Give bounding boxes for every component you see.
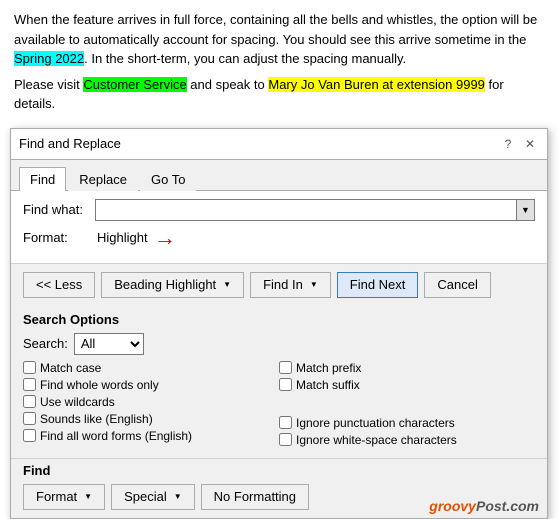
cb-ignore-punct: Ignore punctuation characters — [279, 416, 535, 430]
find-in-button[interactable]: Find In ▼ — [250, 272, 331, 298]
search-label: Search: — [23, 336, 68, 351]
cb-match-case-label: Match case — [40, 361, 101, 375]
cb-col-right: Match prefix Match suffix Ignore punctua… — [279, 361, 535, 450]
cb-whole-words-label: Find whole words only — [40, 378, 159, 392]
paragraph1: When the feature arrives in full force, … — [14, 10, 544, 69]
tab-replace[interactable]: Replace — [68, 167, 138, 191]
format-value-wrap: Highlight ← — [95, 227, 535, 249]
red-arrow-icon: ← — [154, 227, 176, 249]
find-next-button[interactable]: Find Next — [337, 272, 419, 298]
dialog-titlebar: Find and Replace ? ✕ — [11, 129, 547, 160]
find-what-dropdown-btn[interactable]: ▼ — [516, 200, 534, 220]
highlight-customer-service: Customer Service — [83, 77, 186, 92]
cb-sounds-like: Sounds like (English) — [23, 412, 279, 426]
checkbox-grid: Match case Find whole words only Use wil… — [23, 361, 535, 450]
cb-ignore-whitespace-input[interactable] — [279, 433, 292, 446]
cb-ignore-punct-input[interactable] — [279, 416, 292, 429]
cb-col-left: Match case Find whole words only Use wil… — [23, 361, 279, 450]
dialog-close-button[interactable]: ✕ — [521, 135, 539, 153]
highlight-mary-jo: Mary Jo Van Buren at extension 9999 — [268, 77, 485, 92]
cb-match-suffix: Match suffix — [279, 378, 535, 392]
cb-whole-words: Find whole words only — [23, 378, 279, 392]
cb-match-case: Match case — [23, 361, 279, 375]
dialog-controls: ? ✕ — [499, 135, 539, 153]
cb-match-suffix-input[interactable] — [279, 378, 292, 391]
find-what-row: Find what: ▼ — [23, 199, 535, 221]
find-what-input-wrap: ▼ — [95, 199, 535, 221]
cb-empty — [279, 395, 535, 413]
cb-ignore-whitespace-label: Ignore white-space characters — [296, 433, 457, 447]
cb-whole-words-input[interactable] — [23, 378, 36, 391]
cancel-button[interactable]: Cancel — [424, 272, 490, 298]
less-button[interactable]: << Less — [23, 272, 95, 298]
dialog-title: Find and Replace — [19, 136, 121, 151]
find-in-caret: ▼ — [310, 280, 318, 289]
bottom-title: Find — [23, 463, 535, 478]
reading-highlight-button[interactable]: Beading Highlight ▼ — [101, 272, 244, 298]
content-area: When the feature arrives in full force, … — [0, 0, 558, 120]
cb-ignore-punct-label: Ignore punctuation characters — [296, 416, 455, 430]
cb-match-prefix: Match prefix — [279, 361, 535, 375]
cb-match-suffix-label: Match suffix — [296, 378, 360, 392]
search-options-title: Search Options — [23, 312, 535, 327]
highlight-spring2022: Spring 2022 — [14, 51, 84, 66]
main-btn-row: << Less Beading Highlight ▼ Find In ▼ Fi… — [11, 263, 547, 306]
find-what-input[interactable] — [96, 200, 516, 220]
cb-word-forms-input[interactable] — [23, 429, 36, 442]
format-label: Format: — [23, 230, 95, 245]
cb-match-prefix-input[interactable] — [279, 361, 292, 374]
paragraph2: Please visit Customer Service and speak … — [14, 75, 544, 114]
cb-wildcards-input[interactable] — [23, 395, 36, 408]
cb-sounds-like-label: Sounds like (English) — [40, 412, 153, 426]
tab-goto[interactable]: Go To — [140, 167, 196, 191]
cb-wildcards: Use wildcards — [23, 395, 279, 409]
form-area: Find what: ▼ Format: Highlight ← — [11, 191, 547, 263]
tab-find[interactable]: Find — [19, 167, 66, 191]
no-formatting-button[interactable]: No Formatting — [201, 484, 309, 510]
cb-word-forms: Find all word forms (English) — [23, 429, 279, 443]
search-select[interactable]: All Up Down — [74, 333, 144, 355]
dialog-tabs: Find Replace Go To — [11, 160, 547, 191]
cb-match-case-input[interactable] — [23, 361, 36, 374]
search-options-section: Search Options Search: All Up Down Match… — [11, 306, 547, 458]
find-what-label: Find what: — [23, 202, 95, 217]
reading-highlight-caret: ▼ — [223, 280, 231, 289]
cb-wildcards-label: Use wildcards — [40, 395, 115, 409]
find-replace-dialog: Find and Replace ? ✕ Find Replace Go To … — [10, 128, 548, 519]
cb-sounds-like-input[interactable] — [23, 412, 36, 425]
format-row: Format: Highlight ← — [23, 227, 535, 249]
search-select-row: Search: All Up Down — [23, 333, 535, 355]
cb-word-forms-label: Find all word forms (English) — [40, 429, 192, 443]
cb-match-prefix-label: Match prefix — [296, 361, 361, 375]
cb-ignore-whitespace: Ignore white-space characters — [279, 433, 535, 447]
format-button[interactable]: Format ▼ — [23, 484, 105, 510]
special-button[interactable]: Special ▼ — [111, 484, 195, 510]
format-value: Highlight — [95, 230, 148, 245]
dialog-help-button[interactable]: ? — [499, 135, 517, 153]
